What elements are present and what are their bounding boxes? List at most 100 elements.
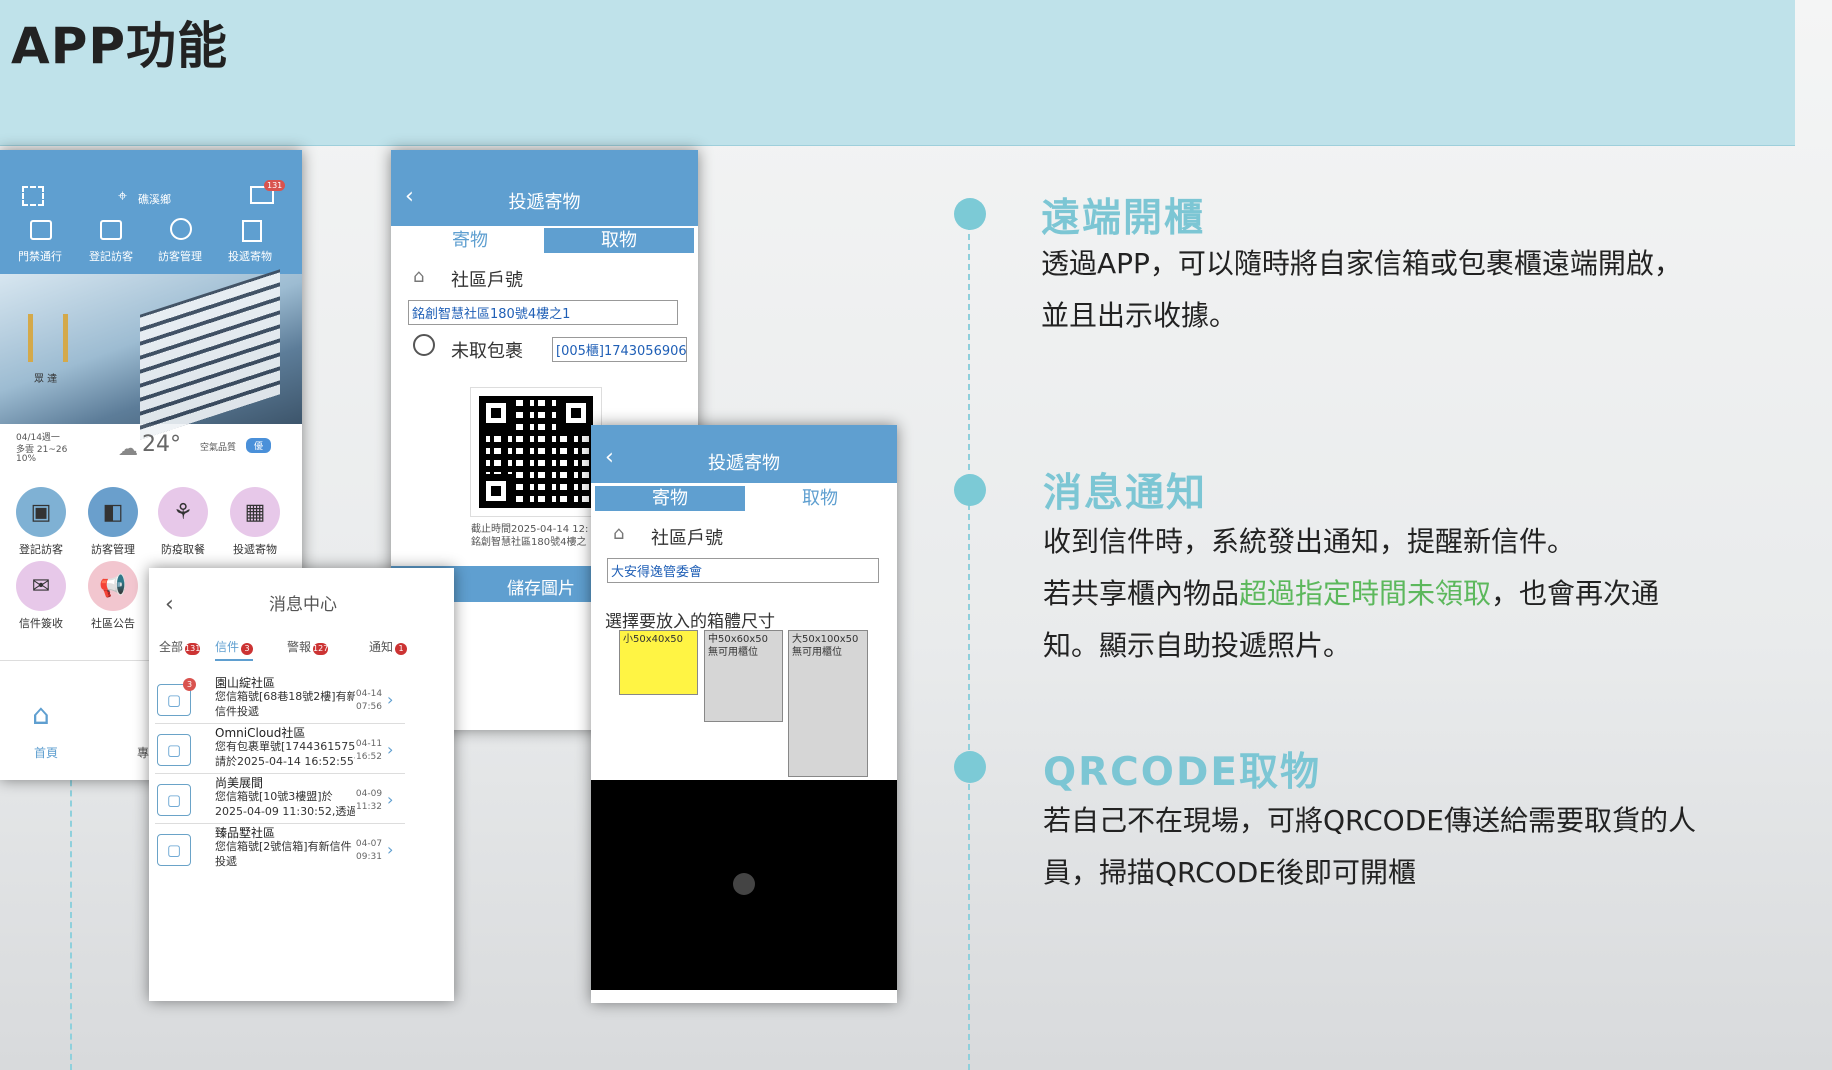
house-icon: ⌂ [613,523,625,544]
nav-second-label[interactable]: 專 [137,744,149,761]
icon-label[interactable]: 訪客管理 [78,541,148,557]
time: 16:52 [356,752,382,762]
size-name: 小50x40x50 [623,634,684,645]
tab-notice[interactable]: 通知 1 [369,638,408,655]
size-option-small[interactable]: 小50x40x50 [619,630,698,695]
date: 04-11 [355,739,383,749]
top-menu-label[interactable]: 登記訪客 [89,248,133,264]
meal-pickup-icon[interactable]: ⚘ [158,487,208,537]
size-status: 無可用櫃位 [708,647,758,658]
camera-shutter-icon[interactable] [733,873,755,895]
tab-label: 通知 [369,640,394,654]
visitor-manage-icon[interactable]: ◧ [88,487,138,537]
feature-line: 若自己不在現場，可將QRCODE傳送給需要取貨的人 [1043,804,1696,837]
qr-caption: 銘創智慧社區180號4樓之 [471,537,587,548]
top-menu-label[interactable]: 訪客管理 [158,248,202,264]
timeline-dot [954,474,986,506]
weather-temp: 24° [142,432,181,457]
message-body: 2025-04-09 11:30:52,透過 [215,805,355,818]
icon-label[interactable]: 防疫取餐 [148,541,218,557]
tab-label: 信件 [215,640,240,654]
message-date: 04-14 07:56 [355,688,383,714]
mail-sign-icon[interactable]: ✉ [16,561,66,611]
icon-label[interactable]: 社區公告 [78,615,148,631]
top-menu-label[interactable]: 投遞寄物 [228,248,272,264]
qr-finder [559,396,593,430]
home-icon[interactable]: ⌂ [32,698,50,731]
nav-home-label[interactable]: 首頁 [34,744,58,761]
package-icon: ▢ [157,834,191,866]
message-date: 04-07 09:31 [355,838,383,864]
household-label: 社區戶號 [451,270,523,291]
feature-title-notification: 消息通知 [1043,471,1208,516]
size-status: 無可用櫃位 [792,647,842,658]
tab-all[interactable]: 全部 131 [159,638,201,655]
tab-count-badge: 1 [395,643,408,655]
message-center-screen: ‹ 消息中心 全部 131 信件 3 警報 127 通知 1 ▢ 3 園山綻社區 您信箱… [149,568,454,1001]
size-option-medium[interactable]: 中50x60x50 無可用櫃位 [704,630,783,722]
message-body: 您信箱號[68巷18號2樓]有新 [215,690,355,703]
pending-field[interactable]: [005櫃]1743056906 [552,337,687,362]
message-item[interactable]: ▢ 尚美展間 您信箱號[10號3樓盟]於 2025-04-09 11:30:52… [155,776,405,824]
back-icon[interactable]: ‹ [165,592,174,617]
message-center-title: 消息中心 [269,595,337,615]
building-banner[interactable]: 眾 達 [0,269,302,440]
tab-alert[interactable]: 警報 127 [287,638,329,655]
tab-count-badge: 127 [313,643,329,655]
unread-badge: 3 [183,678,196,691]
qr-finder [479,396,513,430]
icon-label[interactable]: 信件簽收 [6,615,76,631]
tab-deposit[interactable]: 寄物 [395,228,545,253]
date: 04-14 [355,689,383,699]
timeline-dot [954,751,986,783]
save-image-label[interactable]: 儲存圖片 [507,574,575,599]
message-item[interactable]: ▢ OmniCloud社區 您有包裹單號[1744361575], 請於2025… [155,726,405,774]
announcement-icon[interactable]: 📢 [88,561,138,611]
tab-deposit[interactable]: 寄物 [595,486,745,511]
household-field[interactable]: 大安得逸管委會 [607,558,879,583]
icon-label[interactable]: 登記訪客 [6,541,76,557]
time: 11:32 [356,802,382,812]
message-body: 您信箱號[2號信箱]有新信件 [215,840,352,853]
icon-label[interactable]: 投遞寄物 [220,541,290,557]
household-label: 社區戶號 [651,528,723,549]
visitor-register-icon[interactable]: ▣ [16,487,66,537]
size-name: 大50x100x50 [792,634,859,645]
feature-text-part: ，也會再次通 [1491,577,1660,610]
deliver-icon[interactable]: ▦ [230,487,280,537]
tab-label: 警報 [287,640,312,654]
message-body: 投遞 [215,855,237,868]
size-option-large[interactable]: 大50x100x50 無可用櫃位 [788,630,868,777]
feature-line: 知。顯示自助投遞照片。 [1043,629,1352,662]
household-field[interactable]: 銘創智慧社區180號4樓之1 [408,300,678,325]
header-banner [0,0,1795,146]
top-menu-label[interactable]: 門禁通行 [18,248,62,264]
visitor-register-icon[interactable] [100,220,122,240]
message-item[interactable]: ▢ 臻品墅社區 您信箱號[2號信箱]有新信件 投遞 04-07 09:31 › [155,826,405,874]
tab-pickup[interactable]: 取物 [745,486,895,511]
door-access-icon[interactable] [30,220,52,240]
visitor-manage-icon[interactable] [170,218,192,240]
message-item[interactable]: ▢ 3 園山綻社區 您信箱號[68巷18號2樓]有新 信件投遞 04-14 07:… [155,676,405,724]
timeline-dot [954,198,986,230]
deliver-icon[interactable] [242,220,262,242]
deposit-title: 投遞寄物 [708,453,780,474]
tab-count-badge: 131 [185,643,201,655]
page-title: APP功能 [11,17,228,75]
message-body: 信件投遞 [215,705,259,718]
tab-mail[interactable]: 信件 3 [215,638,254,661]
feature-title-remote-open: 遠端開櫃 [1041,196,1206,241]
tab-pickup[interactable]: 取物 [544,228,694,253]
feature-line: 若共享櫃內物品超過指定時間未領取，也會再次通 [1043,568,1763,620]
location-label[interactable]: 礁溪鄉 [138,191,171,207]
chevron-right-icon: › [387,740,394,759]
deliver-title: 投遞寄物 [508,192,581,213]
clock-icon [413,334,435,356]
mail-count-badge: 131 [264,180,286,191]
scan-icon[interactable] [22,186,44,206]
message-body: 您信箱號[10號3樓盟]於 [215,790,333,803]
weather-rain: 10% [16,454,37,464]
timeline-line-right [968,214,970,1070]
tab-label: 全部 [159,640,184,654]
message-body: 您有包裹單號[1744361575], [215,740,355,753]
